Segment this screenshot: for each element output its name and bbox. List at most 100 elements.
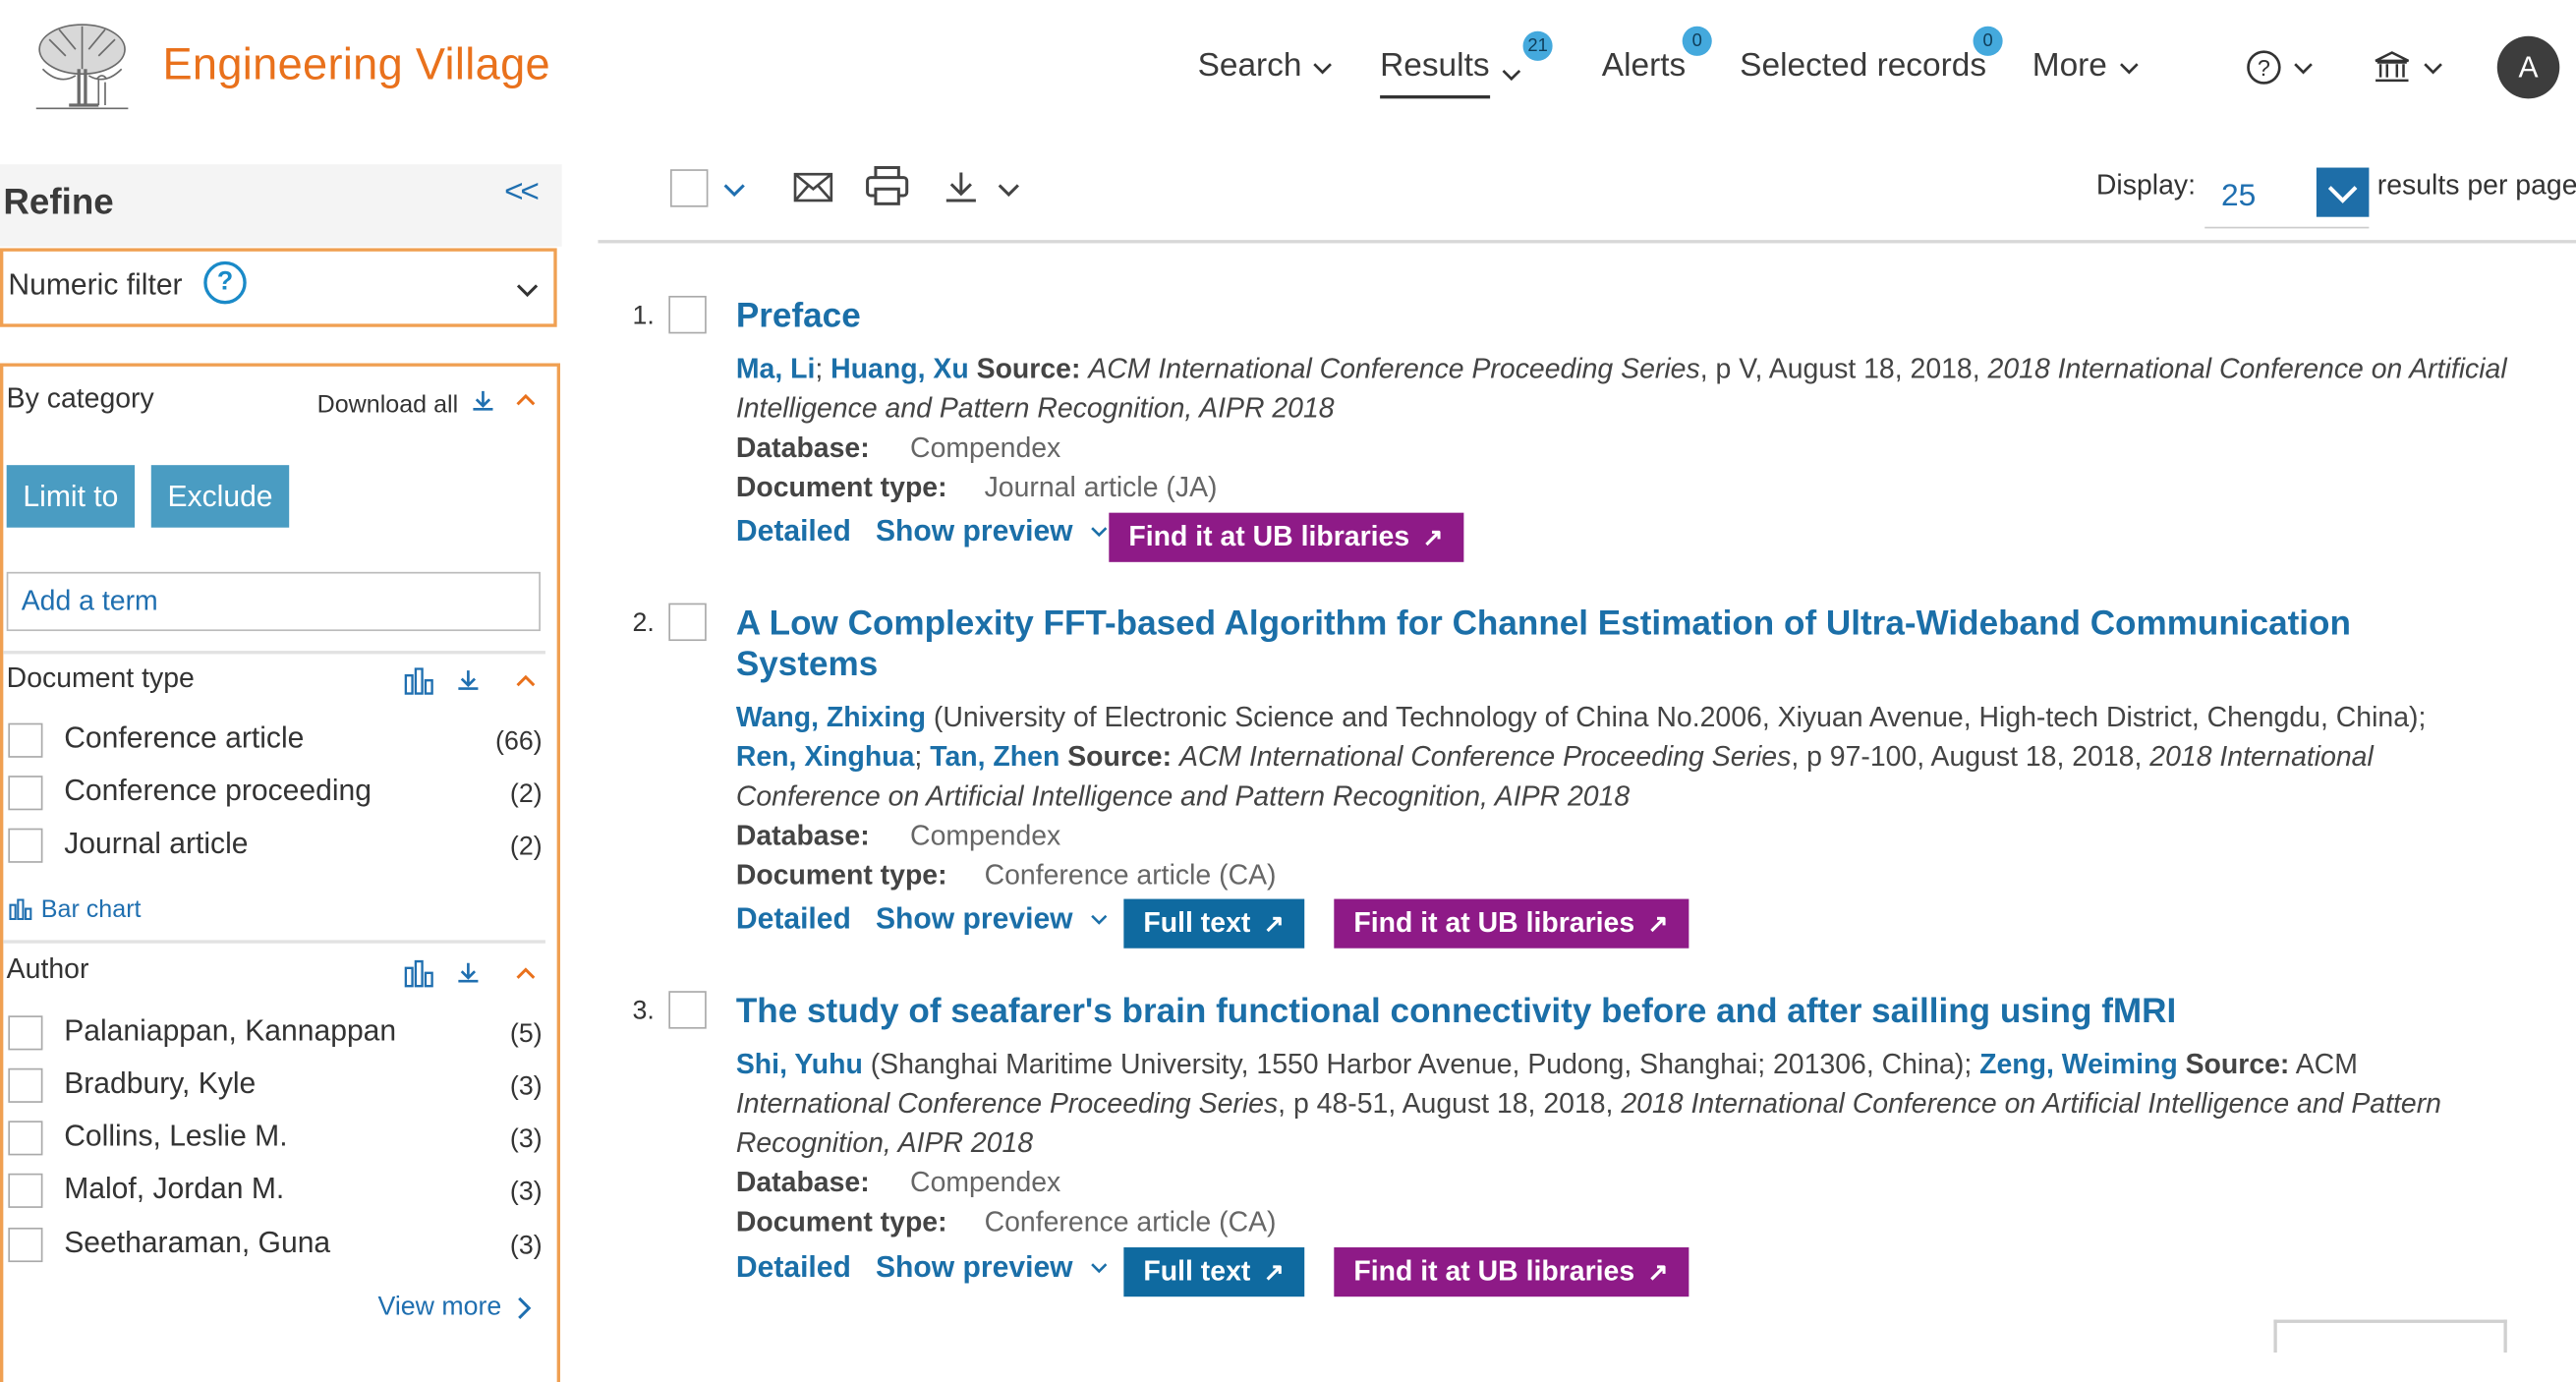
result-title-link[interactable]: The study of seafarer's brain functional… (736, 991, 2444, 1032)
checkbox-author[interactable] (8, 1067, 43, 1103)
full-text-button[interactable]: Full text ↗ (1123, 898, 1304, 949)
brand-title[interactable]: Engineering Village (162, 39, 549, 90)
help-menu[interactable]: ? (2246, 49, 2315, 86)
result-checkbox[interactable] (668, 603, 707, 642)
show-preview-toggle[interactable]: Show preview (876, 514, 1111, 548)
add-term-input[interactable] (6, 571, 541, 632)
detailed-link[interactable]: Detailed (736, 514, 851, 548)
chevron-down-icon[interactable] (514, 276, 541, 303)
filter-item-count: (66) (495, 727, 543, 757)
print-icon[interactable] (864, 164, 910, 206)
nav-more[interactable]: More (2032, 47, 2141, 85)
checkbox-author[interactable] (8, 1121, 43, 1156)
checkbox-conference-article[interactable] (8, 722, 43, 758)
chevron-up-icon[interactable] (514, 388, 537, 411)
download-icon[interactable] (455, 959, 482, 986)
find-it-ub-button[interactable]: Find it at UB libraries ↗ (1109, 512, 1463, 562)
chevron-up-icon[interactable] (514, 668, 537, 691)
external-link-icon: ↗ (1422, 524, 1444, 552)
download-icon[interactable] (455, 667, 482, 694)
select-all-checkbox[interactable] (669, 169, 709, 207)
database-value: Compendex (910, 820, 1061, 852)
checkbox-journal-article[interactable] (8, 828, 43, 863)
author-link[interactable]: Tan, Zhen (930, 741, 1059, 773)
find-it-ub-button[interactable]: Find it at UB libraries ↗ (1334, 1247, 1689, 1297)
bar-chart-icon[interactable] (7, 897, 34, 921)
result-title-link[interactable]: A Low Complexity FFT-based Algorithm for… (736, 604, 2444, 686)
filter-item-label[interactable]: Seetharaman, Guna (64, 1226, 330, 1260)
chevron-down-icon[interactable] (993, 176, 1025, 202)
help-icon[interactable]: ? (203, 260, 247, 305)
author-link[interactable]: Huang, Xu (830, 353, 969, 384)
email-icon[interactable] (792, 169, 834, 205)
top-header: Engineering Village Search Results 21 Al… (0, 0, 2576, 151)
checkbox-author[interactable] (8, 1173, 43, 1208)
nav-results[interactable]: Results (1380, 47, 1522, 99)
results-per-page-dropdown-button[interactable] (2316, 167, 2370, 217)
limit-to-button[interactable]: Limit to (6, 465, 136, 528)
collapse-sidebar-button[interactable]: << (504, 174, 540, 211)
result-database: Database: Compendex (736, 820, 1060, 852)
filter-item-label[interactable]: Palaniappan, Kannappan (64, 1014, 396, 1049)
author-link[interactable]: Ma, Li (736, 353, 816, 384)
author-link[interactable]: Zeng, Weiming (1979, 1049, 2178, 1080)
numeric-filter-panel[interactable]: Numeric filter ? (0, 248, 557, 327)
filter-item-label[interactable]: Malof, Jordan M. (64, 1172, 284, 1206)
author-link[interactable]: Ren, Xinghua (736, 741, 915, 773)
filter-item-count: (2) (509, 780, 543, 809)
bar-chart-link[interactable]: Bar chart (41, 895, 142, 923)
view-more-link[interactable]: View more (377, 1294, 501, 1323)
download-all-link[interactable]: Download all (317, 391, 459, 419)
result-text: (University of Electronic Science and Te… (925, 701, 2427, 733)
nav-alerts[interactable]: Alerts (1602, 47, 1686, 85)
bar-chart-icon[interactable] (403, 665, 435, 695)
bar-chart-icon[interactable] (403, 958, 435, 988)
filter-item-count: (3) (509, 1178, 543, 1207)
nav-search[interactable]: Search (1198, 47, 1335, 85)
checkbox-author[interactable] (8, 1015, 43, 1051)
filter-item-label[interactable]: Journal article (64, 827, 248, 861)
external-link-icon: ↗ (1263, 910, 1285, 939)
user-avatar[interactable]: A (2496, 35, 2560, 99)
chevron-down-icon[interactable] (717, 176, 750, 202)
checkbox-author[interactable] (8, 1227, 43, 1263)
filter-item-label[interactable]: Conference proceeding (64, 774, 372, 808)
find-it-ub-button[interactable]: Find it at UB libraries ↗ (1334, 898, 1689, 949)
result-source-continued: International Conference Proceeding Seri… (736, 1088, 2441, 1121)
divider (3, 651, 545, 655)
filter-item-count: (3) (509, 1072, 543, 1102)
detailed-link[interactable]: Detailed (736, 902, 851, 937)
chevron-up-icon[interactable] (514, 961, 537, 984)
nav-selected-records[interactable]: Selected records (1740, 47, 1986, 85)
institution-icon (2375, 51, 2410, 83)
filter-item-count: (2) (509, 833, 543, 862)
chevron-right-icon[interactable] (514, 1296, 534, 1322)
filter-item-label[interactable]: Collins, Leslie M. (64, 1120, 287, 1154)
nav-search-label: Search (1197, 47, 1302, 85)
result-checkbox[interactable] (668, 991, 707, 1029)
exclude-button[interactable]: Exclude (150, 465, 290, 528)
author-link[interactable]: Shi, Yuhu (736, 1049, 863, 1080)
detailed-link[interactable]: Detailed (736, 1250, 851, 1285)
download-icon[interactable] (942, 168, 981, 207)
toolbar-divider (598, 240, 2576, 244)
checkbox-conference-proceeding[interactable] (8, 776, 43, 811)
external-link-icon: ↗ (1263, 1258, 1285, 1288)
institution-menu[interactable] (2373, 49, 2445, 86)
result-text: , p 48-51, August 18, 2018, (1278, 1087, 1622, 1120)
result-authors-source: Shi, Yuhu (Shanghai Maritime University,… (736, 1049, 2358, 1081)
author-title: Author (6, 952, 89, 985)
chevron-down-icon (2327, 186, 2358, 203)
result-text (1172, 741, 1179, 773)
show-preview-label: Show preview (875, 514, 1073, 547)
show-preview-toggle[interactable]: Show preview (876, 902, 1111, 937)
result-title-link[interactable]: Preface (736, 296, 2444, 337)
author-link[interactable]: Wang, Zhixing (736, 702, 926, 733)
filter-item-label[interactable]: Bradbury, Kyle (64, 1066, 256, 1101)
show-preview-toggle[interactable]: Show preview (876, 1250, 1111, 1285)
download-icon[interactable] (470, 388, 496, 415)
full-text-button[interactable]: Full text ↗ (1123, 1247, 1304, 1297)
result-text: , p V, August 18, 2018, (1699, 353, 1988, 385)
result-checkbox[interactable] (668, 295, 707, 334)
filter-item-label[interactable]: Conference article (64, 721, 304, 756)
